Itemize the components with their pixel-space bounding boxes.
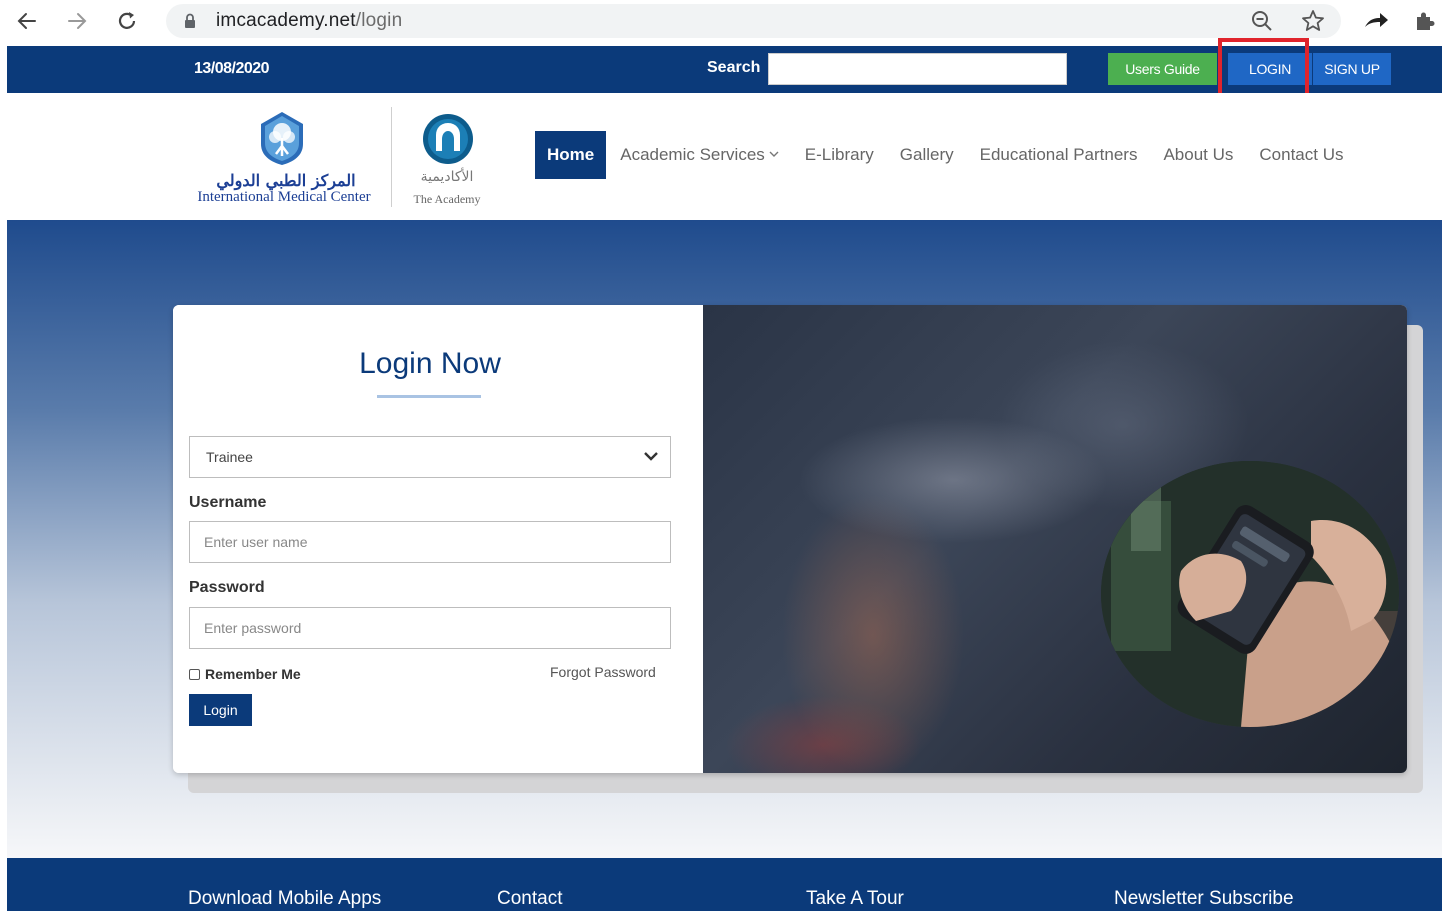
extensions-puzzle-icon[interactable] bbox=[1410, 6, 1440, 36]
imc-name-english: International Medical Center bbox=[197, 189, 371, 205]
url-text: imcacademy.net/login bbox=[216, 10, 402, 32]
lock-icon bbox=[182, 12, 200, 30]
site-search-input[interactable] bbox=[768, 53, 1067, 85]
username-label: Username bbox=[189, 494, 267, 511]
back-arrow-icon[interactable] bbox=[12, 6, 42, 36]
imc-logo[interactable]: المركز الطبي الدولي International Medica… bbox=[189, 107, 379, 207]
academy-name-english: The Academy bbox=[413, 192, 481, 206]
login-card: Login Now Trainee Username Enter user na… bbox=[173, 305, 1407, 773]
password-input[interactable]: Enter password bbox=[189, 607, 671, 649]
imc-tree-emblem-icon bbox=[257, 110, 307, 166]
user-role-selected: Trainee bbox=[206, 449, 253, 465]
hero-photo bbox=[703, 305, 1407, 773]
signup-button[interactable]: SIGN UP bbox=[1313, 53, 1391, 85]
url-host: imcacademy.net bbox=[216, 10, 356, 31]
main-navigation: Home Academic Services E-Library Gallery… bbox=[535, 131, 1369, 179]
academy-emblem-icon bbox=[422, 113, 474, 165]
url-path: /login bbox=[355, 10, 403, 31]
nav-item-educational-partners[interactable]: Educational Partners bbox=[980, 131, 1138, 179]
nav-item-home[interactable]: Home bbox=[535, 131, 607, 179]
phone-in-hands-photo bbox=[1101, 461, 1399, 727]
nav-item-gallery[interactable]: Gallery bbox=[900, 131, 954, 179]
remember-me-checkbox[interactable] bbox=[189, 668, 200, 680]
nav-item-e-library[interactable]: E-Library bbox=[805, 131, 874, 179]
username-input[interactable]: Enter user name bbox=[189, 521, 671, 563]
footer-take-a-tour: Take A Tour bbox=[806, 888, 904, 909]
users-guide-button[interactable]: Users Guide bbox=[1108, 53, 1217, 85]
forward-arrow-icon[interactable] bbox=[62, 6, 92, 36]
footer-download-mobile-apps: Download Mobile Apps bbox=[188, 888, 382, 909]
address-bar[interactable]: imcacademy.net/login bbox=[166, 4, 1341, 38]
login-form: Login Now Trainee Username Enter user na… bbox=[173, 305, 703, 773]
zoom-icon[interactable] bbox=[1247, 6, 1277, 36]
remember-me-label[interactable]: Remember Me bbox=[205, 666, 301, 682]
chevron-down-icon bbox=[642, 447, 660, 465]
site-header: المركز الطبي الدولي International Medica… bbox=[7, 93, 1442, 220]
academy-name-arabic: الأكاديمية bbox=[420, 169, 474, 185]
nav-item-contact-us[interactable]: Contact Us bbox=[1259, 131, 1343, 179]
logo-divider bbox=[391, 107, 392, 207]
share-arrow-icon[interactable] bbox=[1361, 6, 1391, 36]
academy-logo[interactable]: الأكاديمية The Academy bbox=[407, 111, 487, 211]
username-placeholder: Enter user name bbox=[204, 534, 308, 550]
password-placeholder: Enter password bbox=[204, 620, 302, 636]
imc-name-arabic: المركز الطبي الدولي bbox=[216, 171, 356, 190]
reload-icon[interactable] bbox=[112, 6, 142, 36]
nav-item-about-us[interactable]: About Us bbox=[1163, 131, 1233, 179]
chevron-down-icon bbox=[769, 150, 779, 161]
login-submit-button[interactable]: Login bbox=[189, 694, 252, 726]
remember-me: Remember Me bbox=[189, 666, 301, 682]
login-title: Login Now bbox=[359, 347, 501, 380]
footer-contact: Contact bbox=[497, 888, 563, 909]
nav-item-academic-services-label: Academic Services bbox=[620, 145, 765, 164]
nav-item-academic-services[interactable]: Academic Services bbox=[620, 131, 779, 179]
forgot-password-link[interactable]: Forgot Password bbox=[550, 664, 656, 680]
footer-newsletter-subscribe: Newsletter Subscribe bbox=[1114, 888, 1294, 909]
password-label: Password bbox=[189, 579, 265, 596]
site-footer: Download Mobile Apps Contact Take A Tour… bbox=[7, 858, 1442, 911]
bookmark-star-icon[interactable] bbox=[1298, 6, 1328, 36]
title-underline bbox=[377, 395, 481, 398]
current-date: 13/08/2020 bbox=[194, 60, 270, 77]
search-label: Search bbox=[707, 59, 761, 76]
user-role-select[interactable]: Trainee bbox=[189, 436, 671, 478]
